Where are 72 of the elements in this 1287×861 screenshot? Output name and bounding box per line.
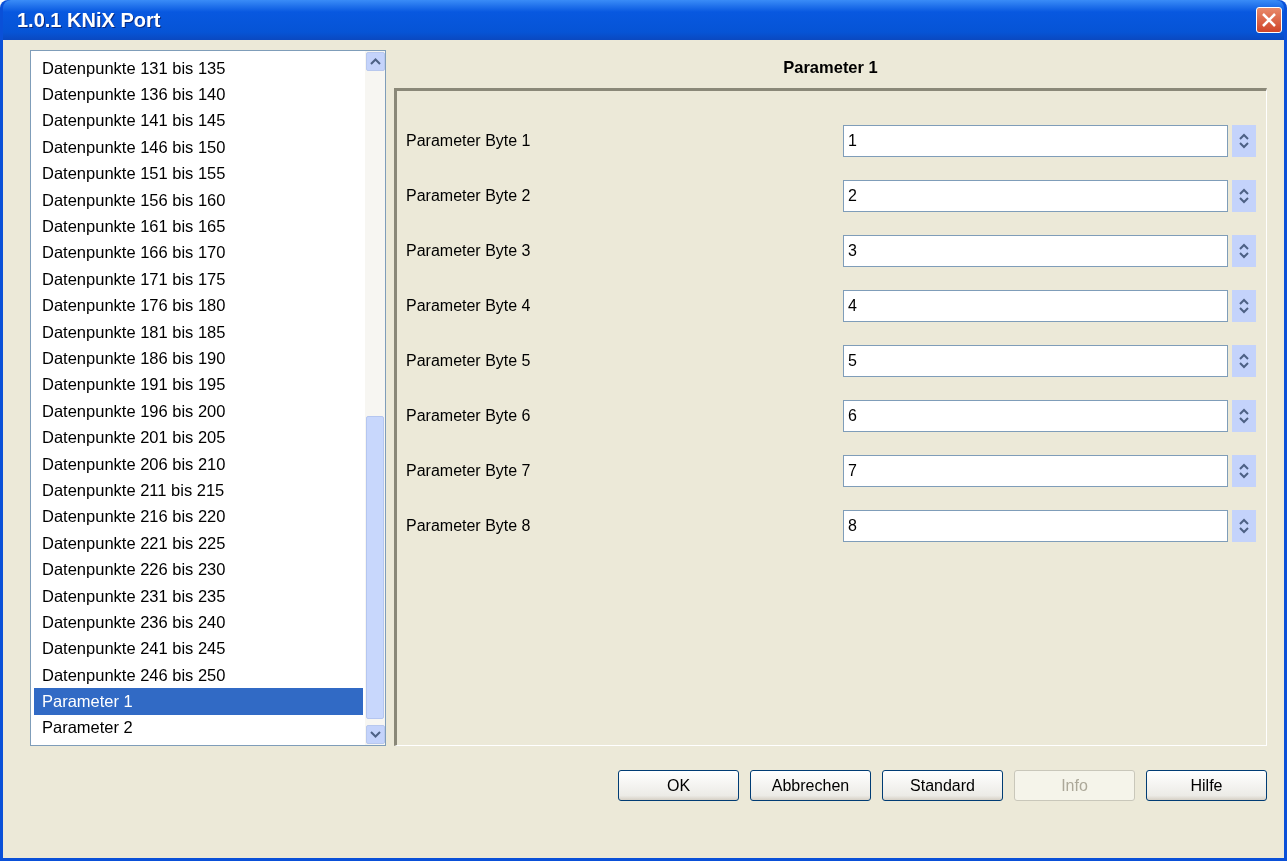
spin-button[interactable] [1232,509,1256,542]
number-field[interactable]: 2 [843,179,1228,212]
up-down-arrows-icon [1238,351,1250,370]
spin-button[interactable] [1232,289,1256,322]
list-item[interactable]: Datenpunkte 176 bis 180 [34,292,363,319]
list-item[interactable]: Datenpunkte 131 bis 135 [34,55,363,82]
spin-button[interactable] [1232,179,1256,212]
list-item[interactable]: Datenpunkte 156 bis 160 [34,186,363,214]
field-label: Parameter Byte 1 [406,131,531,150]
list-item[interactable]: Parameter 2 [34,714,363,742]
list-item[interactable]: Datenpunkte 191 bis 195 [34,371,363,399]
list-item[interactable]: Datenpunkte 226 bis 230 [34,556,363,583]
number-field[interactable]: 5 [843,344,1228,377]
scrollbar-thumb[interactable] [366,416,384,719]
dialog-button[interactable]: Hilfe [1146,770,1267,801]
dialog-button[interactable]: Abbrechen [750,770,871,801]
up-down-arrows-icon [1238,296,1250,315]
list-item[interactable]: Datenpunkte 201 bis 205 [34,424,363,451]
spin-button[interactable] [1232,234,1256,267]
scrollbar[interactable] [365,51,385,745]
number-field[interactable]: 6 [843,399,1228,432]
list-item[interactable]: Datenpunkte 196 bis 200 [34,398,363,425]
up-down-arrows-icon [1238,131,1250,150]
spin-button[interactable] [1232,344,1256,377]
number-field[interactable]: 1 [843,124,1228,157]
field-label: Parameter Byte 2 [406,186,531,205]
field-label: Parameter Byte 6 [406,406,531,425]
list-item[interactable]: Datenpunkte 206 bis 210 [34,450,363,478]
close-icon [1261,12,1277,28]
close-button[interactable] [1256,7,1282,33]
field-label: Parameter Byte 7 [406,461,531,480]
field-label: Parameter Byte 3 [406,241,531,260]
field-label: Parameter Byte 5 [406,351,531,370]
up-down-arrows-icon [1238,241,1250,260]
number-field[interactable]: 8 [843,509,1228,542]
number-field[interactable]: 4 [843,289,1228,322]
up-down-arrows-icon [1238,406,1250,425]
list-item[interactable]: Datenpunkte 231 bis 235 [34,582,363,610]
field-label: Parameter Byte 4 [406,296,531,315]
list-item[interactable]: Datenpunkte 141 bis 145 [34,107,363,135]
chevron-down-icon [369,731,381,738]
spin-button[interactable] [1232,399,1256,432]
spin-button[interactable] [1232,454,1256,487]
list-item[interactable]: Datenpunkte 246 bis 250 [34,662,363,689]
list-item[interactable]: Datenpunkte 161 bis 165 [34,213,363,240]
window-title: 1.0.1 KNiX Port [17,8,161,32]
panel-title: Parameter 1 [782,56,879,78]
list-item[interactable]: Datenpunkte 211 bis 215 [34,477,363,504]
scroll-down-button[interactable] [365,725,385,744]
list-item[interactable]: Datenpunkte 186 bis 190 [34,345,363,372]
up-down-arrows-icon [1238,186,1250,205]
list-item[interactable]: Datenpunkte 216 bis 220 [34,503,363,531]
list-item[interactable]: Datenpunkte 151 bis 155 [34,160,363,187]
up-down-arrows-icon [1238,516,1250,535]
number-field[interactable]: 3 [843,234,1228,267]
number-field[interactable]: 7 [843,454,1228,487]
list-item[interactable]: Datenpunkte 171 bis 175 [34,266,363,293]
dialog-button[interactable]: OK [618,770,739,801]
list-item[interactable]: Datenpunkte 136 bis 140 [34,81,363,108]
field-label: Parameter Byte 8 [406,516,531,535]
list-item[interactable]: Datenpunkte 181 bis 185 [34,318,363,346]
list-item[interactable]: Datenpunkte 236 bis 240 [34,609,363,636]
chevron-up-icon [369,58,381,65]
spin-button[interactable] [1232,124,1256,157]
up-down-arrows-icon [1238,461,1250,480]
list-item[interactable]: Datenpunkte 221 bis 225 [34,530,363,557]
scroll-up-button[interactable] [365,52,385,71]
list-item[interactable]: Datenpunkte 241 bis 245 [34,635,363,662]
dialog-button[interactable]: Standard [882,770,1003,801]
list-item[interactable]: Datenpunkte 146 bis 150 [34,134,363,161]
list-item[interactable]: Parameter 1 [34,688,363,715]
list-item[interactable]: Datenpunkte 166 bis 170 [34,239,363,267]
